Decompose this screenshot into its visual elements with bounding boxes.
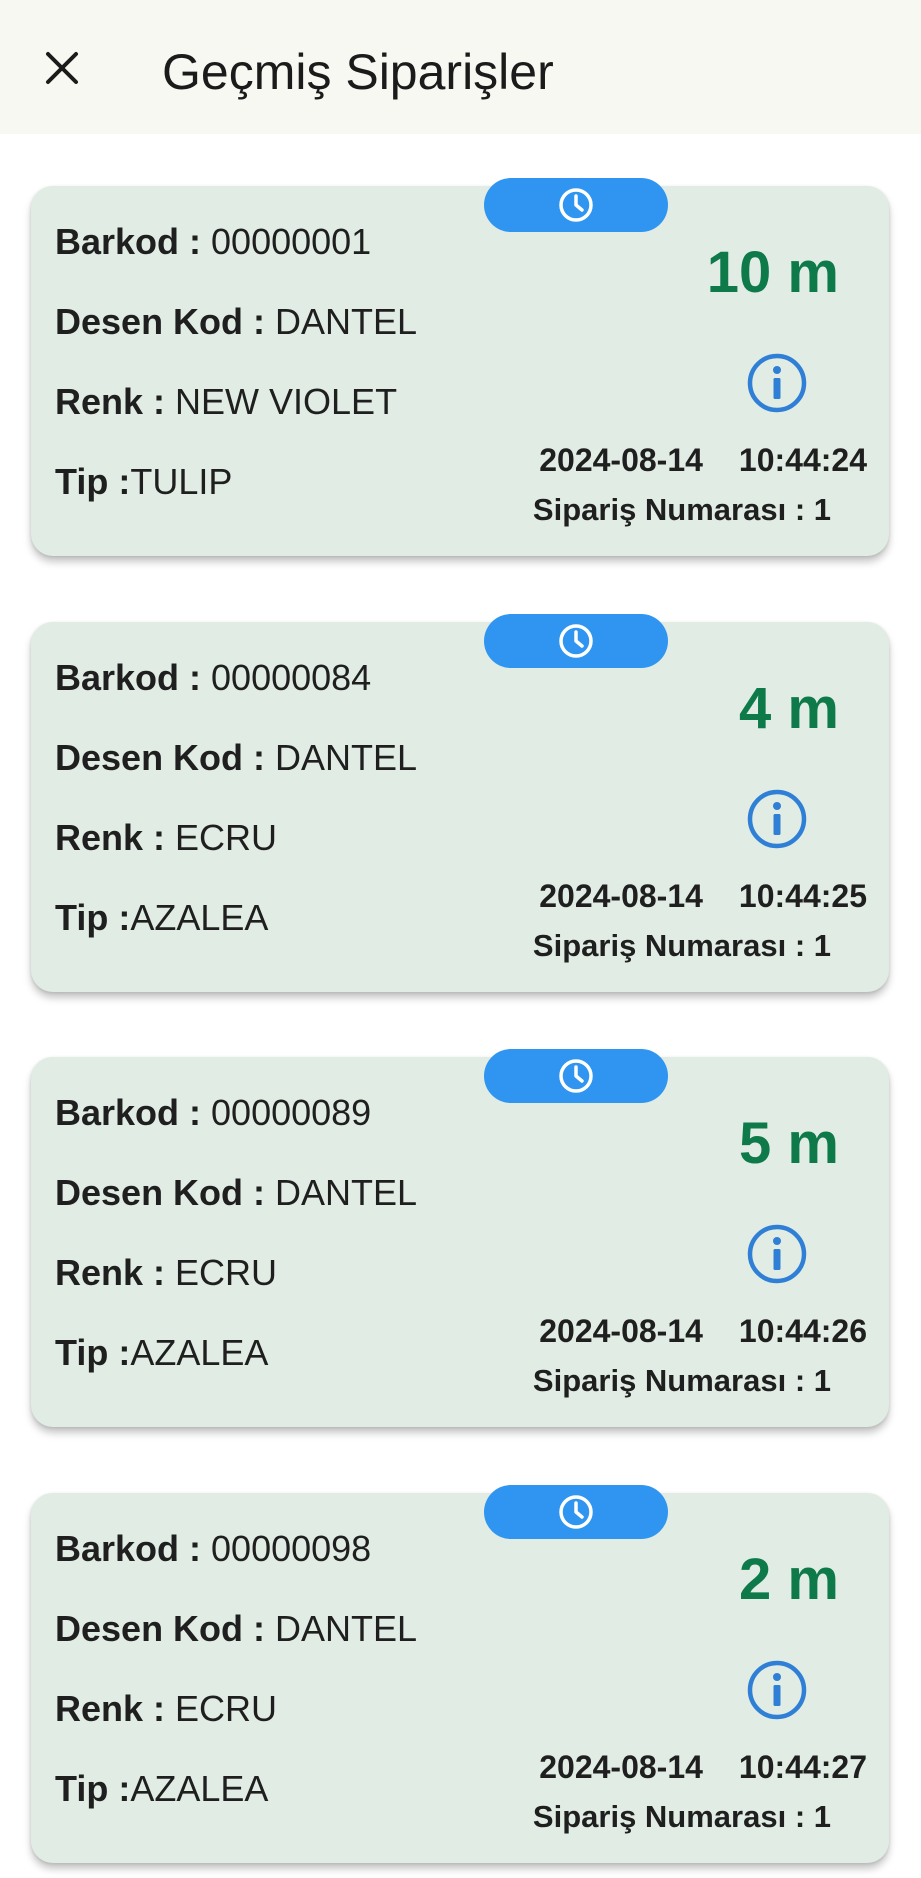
tip-label: Tip : <box>55 897 131 938</box>
desen-kod-value: DANTEL <box>275 1172 418 1213</box>
desen-kod-label: Desen Kod : <box>55 1172 276 1213</box>
desen-kod-field: Desen Kod : DANTEL <box>55 300 417 344</box>
info-button[interactable] <box>744 786 810 852</box>
desen-kod-field: Desen Kod : DANTEL <box>55 1607 417 1651</box>
order-date: 2024-08-14 <box>539 1313 703 1349</box>
order-datetime: 2024-08-14 10:44:24 <box>539 440 867 480</box>
order-card[interactable]: Barkod : 00000084 Desen Kod : DANTEL Ren… <box>31 614 889 992</box>
clock-icon <box>559 624 593 658</box>
quantity: 5 m <box>739 1111 839 1176</box>
app-bar: Geçmiş Siparişler <box>0 0 921 134</box>
history-badge[interactable] <box>484 178 668 232</box>
desen-kod-field: Desen Kod : DANTEL <box>55 736 417 780</box>
barkod-field: Barkod : 00000098 <box>55 1527 371 1571</box>
order-time: 10:44:27 <box>738 1749 867 1785</box>
renk-field: Renk : NEW VIOLET <box>55 380 397 424</box>
tip-value: AZALEA <box>130 897 269 938</box>
tip-value: TULIP <box>130 461 233 502</box>
order-time: 10:44:24 <box>738 442 867 478</box>
renk-field: Renk : ECRU <box>55 1251 277 1295</box>
tip-field: Tip :AZALEA <box>55 1767 268 1811</box>
barkod-field: Barkod : 00000001 <box>55 220 371 264</box>
quantity: 10 m <box>706 240 839 305</box>
quantity: 2 m <box>739 1547 839 1612</box>
desen-kod-value: DANTEL <box>275 301 418 342</box>
desen-kod-field: Desen Kod : DANTEL <box>55 1171 417 1215</box>
order-time: 10:44:25 <box>738 878 867 914</box>
barkod-label: Barkod : <box>55 221 212 262</box>
info-icon <box>747 1660 807 1720</box>
barkod-label: Barkod : <box>55 1528 212 1569</box>
history-badge[interactable] <box>484 614 668 668</box>
order-date: 2024-08-14 <box>539 442 703 478</box>
tip-label: Tip : <box>55 1768 131 1809</box>
renk-label: Renk : <box>55 1252 176 1293</box>
barkod-field: Barkod : 00000084 <box>55 656 371 700</box>
order-date: 2024-08-14 <box>539 1749 703 1785</box>
order-time: 10:44:26 <box>738 1313 867 1349</box>
order-number: Sipariş Numarası : 1 <box>532 928 831 963</box>
order-datetime: 2024-08-14 10:44:25 <box>539 876 867 916</box>
order-number: Sipariş Numarası : 1 <box>532 1799 831 1834</box>
barkod-value: 00000089 <box>211 1092 372 1133</box>
order-number: Sipariş Numarası : 1 <box>532 492 831 527</box>
clock-icon <box>559 188 593 222</box>
page-title: Geçmiş Siparişler <box>162 44 554 100</box>
close-icon <box>46 52 78 84</box>
tip-field: Tip :AZALEA <box>55 896 268 940</box>
order-card[interactable]: Barkod : 00000098 Desen Kod : DANTEL Ren… <box>31 1485 889 1863</box>
history-badge[interactable] <box>484 1049 668 1103</box>
order-date: 2024-08-14 <box>539 878 703 914</box>
renk-value: ECRU <box>175 1688 278 1729</box>
desen-kod-value: DANTEL <box>275 737 418 778</box>
history-badge[interactable] <box>484 1485 668 1539</box>
renk-value: NEW VIOLET <box>175 381 398 422</box>
renk-value: ECRU <box>175 1252 278 1293</box>
close-button[interactable] <box>30 36 94 100</box>
barkod-label: Barkod : <box>55 1092 212 1133</box>
desen-kod-label: Desen Kod : <box>55 1608 276 1649</box>
clock-icon <box>559 1495 593 1529</box>
tip-field: Tip :TULIP <box>55 460 232 504</box>
tip-label: Tip : <box>55 461 131 502</box>
clock-icon <box>559 1059 593 1093</box>
renk-value: ECRU <box>175 817 278 858</box>
quantity: 4 m <box>739 676 839 741</box>
info-button[interactable] <box>744 1221 810 1287</box>
info-icon <box>747 789 807 849</box>
desen-kod-value: DANTEL <box>275 1608 418 1649</box>
barkod-value: 00000001 <box>211 221 372 262</box>
tip-value: AZALEA <box>130 1332 269 1373</box>
barkod-value: 00000084 <box>211 657 372 698</box>
renk-label: Renk : <box>55 381 176 422</box>
desen-kod-label: Desen Kod : <box>55 301 276 342</box>
barkod-label: Barkod : <box>55 657 212 698</box>
renk-field: Renk : ECRU <box>55 1687 277 1731</box>
order-datetime: 2024-08-14 10:44:26 <box>539 1311 867 1351</box>
order-datetime: 2024-08-14 10:44:27 <box>539 1747 867 1787</box>
tip-field: Tip :AZALEA <box>55 1331 268 1375</box>
order-card[interactable]: Barkod : 00000001 Desen Kod : DANTEL Ren… <box>31 178 889 556</box>
desen-kod-label: Desen Kod : <box>55 737 276 778</box>
info-icon <box>747 353 807 413</box>
tip-label: Tip : <box>55 1332 131 1373</box>
renk-field: Renk : ECRU <box>55 816 277 860</box>
renk-label: Renk : <box>55 817 176 858</box>
barkod-value: 00000098 <box>211 1528 372 1569</box>
order-number: Sipariş Numarası : 1 <box>532 1363 831 1398</box>
renk-label: Renk : <box>55 1688 176 1729</box>
info-button[interactable] <box>744 350 810 416</box>
info-icon <box>747 1224 807 1284</box>
order-card[interactable]: Barkod : 00000089 Desen Kod : DANTEL Ren… <box>31 1049 889 1427</box>
info-button[interactable] <box>744 1657 810 1723</box>
tip-value: AZALEA <box>130 1768 269 1809</box>
barkod-field: Barkod : 00000089 <box>55 1091 371 1135</box>
